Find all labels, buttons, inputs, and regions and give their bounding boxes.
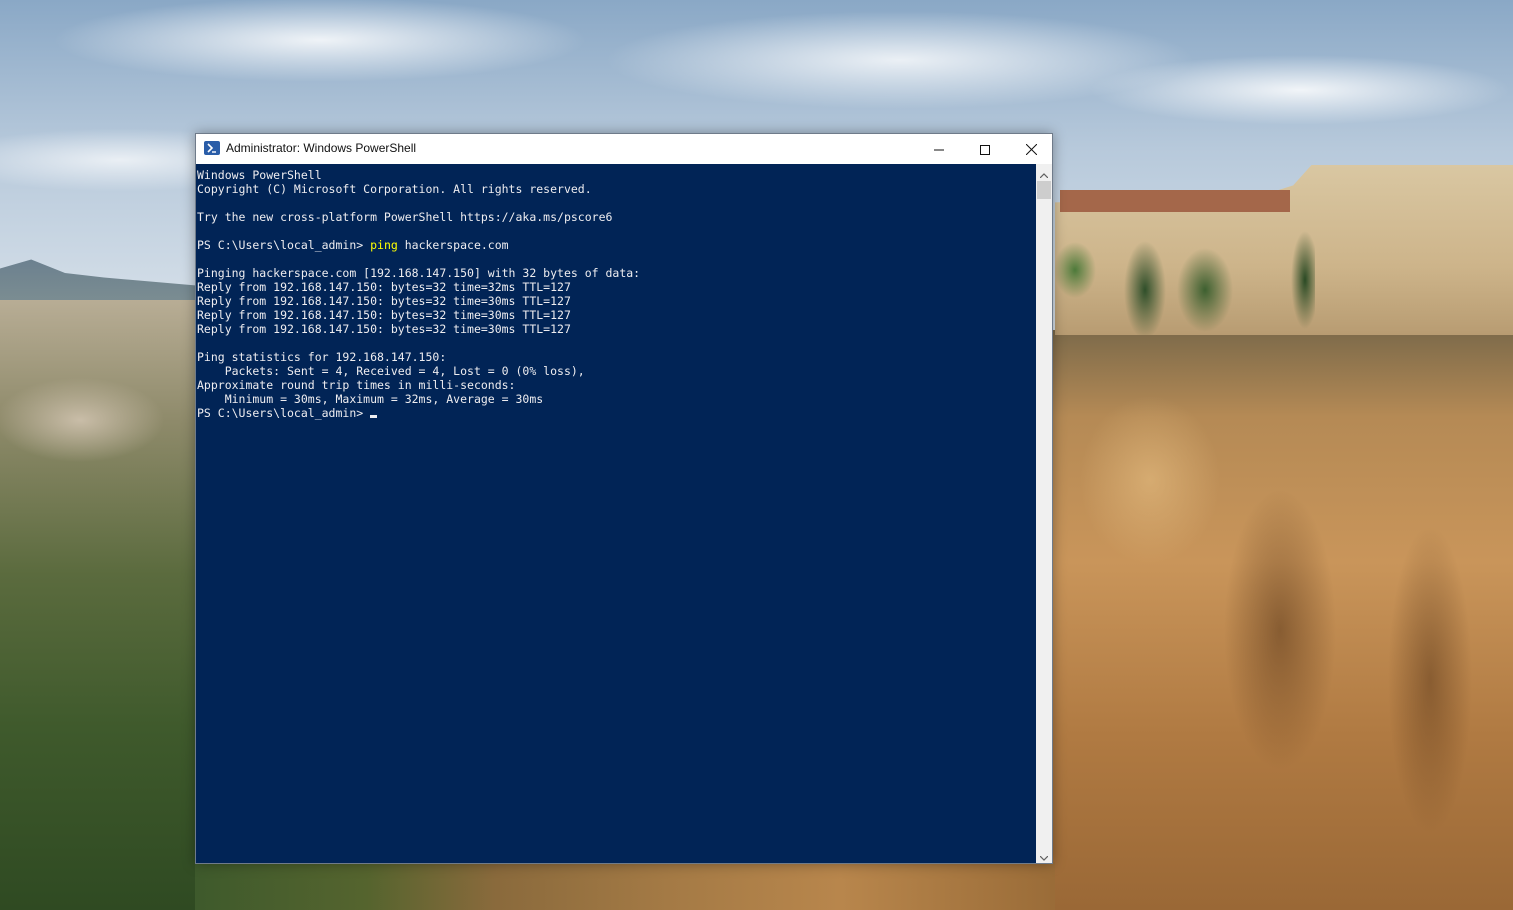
output-line: Approximate round trip times in milli-se…: [197, 378, 516, 392]
vertical-scrollbar[interactable]: [1036, 164, 1052, 863]
scroll-down-button[interactable]: [1036, 847, 1052, 863]
banner-line: Try the new cross-platform PowerShell ht…: [197, 210, 613, 224]
maximize-icon: [980, 140, 990, 159]
close-button[interactable]: [1008, 134, 1054, 164]
close-icon: [1025, 140, 1037, 159]
wallpaper-trees: [1055, 230, 1315, 335]
minimize-icon: [934, 140, 944, 159]
output-line: Packets: Sent = 4, Received = 4, Lost = …: [197, 364, 585, 378]
output-line: Reply from 192.168.147.150: bytes=32 tim…: [197, 294, 571, 308]
output-line: Reply from 192.168.147.150: bytes=32 tim…: [197, 322, 571, 336]
output-line: Reply from 192.168.147.150: bytes=32 tim…: [197, 308, 571, 322]
chevron-up-icon: [1039, 163, 1049, 182]
banner-line: Copyright (C) Microsoft Corporation. All…: [197, 182, 592, 196]
minimize-button[interactable]: [916, 134, 962, 164]
wallpaper-bottom: [195, 862, 1055, 910]
final-prompt: PS C:\Users\local_admin>: [197, 406, 371, 420]
wallpaper-roof: [1060, 190, 1290, 212]
wallpaper-cliff: [1050, 330, 1513, 910]
console-area[interactable]: Windows PowerShell Copyright (C) Microso…: [196, 164, 1036, 863]
output-line: Reply from 192.168.147.150: bytes=32 tim…: [197, 280, 571, 294]
command-name: ping: [370, 238, 398, 252]
maximize-button[interactable]: [962, 134, 1008, 164]
command-args: hackerspace.com: [397, 238, 509, 252]
output-line: Ping statistics for 192.168.147.150:: [197, 350, 447, 364]
powershell-window[interactable]: Administrator: Windows PowerShell Window…: [195, 133, 1053, 864]
title-bar[interactable]: Administrator: Windows PowerShell: [196, 134, 1052, 164]
text-cursor: [370, 415, 378, 418]
powershell-icon[interactable]: [204, 141, 220, 155]
wallpaper-valley: [0, 300, 200, 910]
prompt: PS C:\Users\local_admin>: [197, 238, 371, 252]
output-line: Pinging hackerspace.com [192.168.147.150…: [197, 266, 641, 280]
scroll-thumb[interactable]: [1037, 181, 1051, 199]
output-line: Minimum = 30ms, Maximum = 32ms, Average …: [197, 392, 544, 406]
chevron-down-icon: [1039, 846, 1049, 865]
banner-line: Windows PowerShell: [197, 168, 322, 182]
scroll-up-button[interactable]: [1036, 164, 1052, 180]
console-text: Windows PowerShell Copyright (C) Microso…: [196, 164, 1036, 420]
window-title: Administrator: Windows PowerShell: [226, 141, 417, 155]
